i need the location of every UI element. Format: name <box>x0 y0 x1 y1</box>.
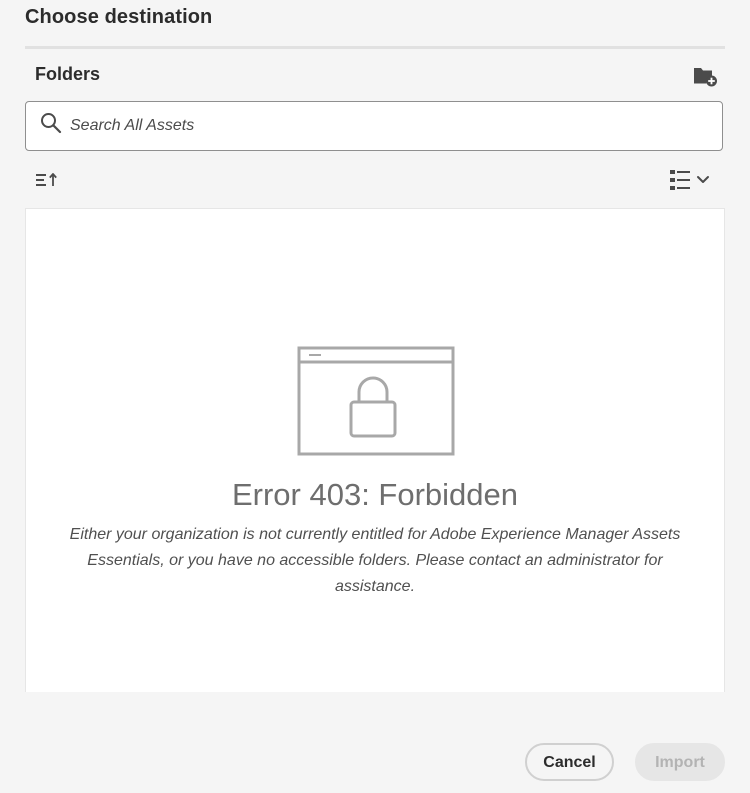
choose-destination-dialog: Choose destination Folders Search All As… <box>0 0 750 793</box>
sort-ascending-icon <box>36 173 57 186</box>
folder-list-panel: Error 403: Forbidden Either your organiz… <box>25 208 725 692</box>
new-folder-button[interactable] <box>692 64 718 88</box>
folders-header: Folders <box>35 64 101 84</box>
error-message: Either your organization is not currentl… <box>69 526 681 595</box>
dialog-title: Choose destination <box>25 6 213 28</box>
search-icon <box>41 113 62 134</box>
list-view-icon <box>670 170 709 190</box>
error-title: Error 403: Forbidden <box>231 477 519 512</box>
search-input[interactable] <box>70 102 710 150</box>
import-button[interactable]: Import <box>635 743 725 781</box>
search-field[interactable] <box>25 101 723 151</box>
folder-add-icon <box>694 68 717 87</box>
view-mode-button[interactable] <box>668 167 714 193</box>
cancel-button[interactable]: Cancel <box>525 743 614 781</box>
chevron-down-icon <box>697 176 709 183</box>
browser-lock-icon <box>297 346 455 456</box>
title-divider <box>25 46 725 49</box>
sort-button[interactable] <box>34 170 60 190</box>
